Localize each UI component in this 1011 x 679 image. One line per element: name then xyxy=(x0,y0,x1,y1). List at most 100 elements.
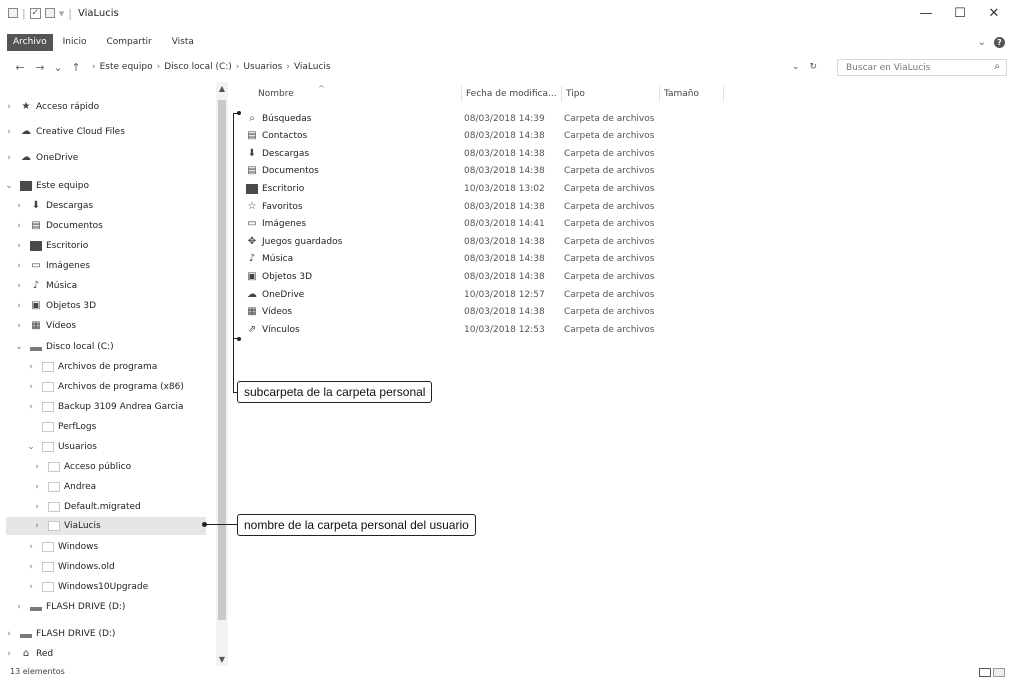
scroll-up-icon[interactable]: ▲ xyxy=(216,84,228,93)
nav-item-documentos[interactable]: › ▤ Documentos xyxy=(14,217,103,235)
table-row[interactable]: ☆ Favoritos 08/03/2018 14:38 Carpeta de arc… xyxy=(228,198,668,215)
breadcrumb-este-equipo[interactable]: Este equipo xyxy=(100,62,153,72)
nav-item-archivos-de-programa-x86[interactable]: › Archivos de programa (x86) xyxy=(26,378,184,396)
expand-chevron-icon[interactable]: › xyxy=(32,462,42,472)
customize-toolbar-icon[interactable]: ▾ xyxy=(59,7,65,20)
expand-chevron-icon[interactable]: › xyxy=(14,261,24,271)
expand-chevron-icon[interactable]: › xyxy=(4,629,14,639)
expand-chevron-icon[interactable]: › xyxy=(4,153,14,163)
column-header-size[interactable]: Tamaño xyxy=(660,86,724,102)
table-row[interactable]: ✥ Juegos guardados 08/03/2018 14:38 Carpeta… xyxy=(228,233,668,250)
nav-item-descargas[interactable]: › ⬇ Descargas xyxy=(14,197,93,215)
collapse-chevron-icon[interactable]: ⌄ xyxy=(26,442,36,452)
nav-item-objetos-3d[interactable]: › ▣ Objetos 3D xyxy=(14,297,96,315)
column-header-name[interactable]: Nombre xyxy=(254,86,462,102)
expand-chevron-icon[interactable]: › xyxy=(4,102,14,112)
tab-compartir[interactable]: Compartir xyxy=(96,34,161,51)
column-header-date[interactable]: Fecha de modifica... xyxy=(462,86,562,102)
nav-item-andrea[interactable]: › Andrea xyxy=(32,478,96,496)
expand-chevron-icon[interactable]: › xyxy=(26,562,36,572)
back-icon[interactable]: ← xyxy=(12,61,28,74)
breadcrumb-chevron-icon[interactable]: › xyxy=(157,62,161,72)
nav-item-acceso-rapido[interactable]: › ★ Acceso rápido xyxy=(4,98,99,116)
expand-chevron-icon[interactable]: › xyxy=(14,201,24,211)
up-icon[interactable]: ↑ xyxy=(68,61,84,74)
nav-item-windows10upgrade[interactable]: › Windows10Upgrade xyxy=(26,578,148,596)
nav-item-windows-old[interactable]: › Windows.old xyxy=(26,558,115,576)
nav-item-flash-drive[interactable]: › FLASH DRIVE (D:) xyxy=(4,625,115,643)
nav-scrollbar[interactable]: ▲ ▼ xyxy=(216,82,228,666)
nav-item-acceso-publico[interactable]: › Acceso público xyxy=(32,458,131,476)
expand-chevron-icon[interactable]: › xyxy=(32,521,42,531)
table-row[interactable]: Escritorio 10/03/2018 13:02 Carpeta de arc… xyxy=(228,180,668,197)
large-icons-view-icon[interactable] xyxy=(993,668,1005,677)
expand-chevron-icon[interactable]: › xyxy=(32,482,42,492)
scroll-down-icon[interactable]: ▼ xyxy=(216,655,228,664)
recent-locations-icon[interactable]: ⌄ xyxy=(50,61,66,74)
table-row[interactable]: ⇗ Vínculos 10/03/2018 12:53 Carpeta de arch… xyxy=(228,321,668,338)
breadcrumb-root-chevron-icon[interactable]: › xyxy=(92,62,96,72)
table-row[interactable]: ⌕ Búsquedas 08/03/2018 14:39 Carpeta de arc… xyxy=(228,110,668,127)
breadcrumb-chevron-icon[interactable]: › xyxy=(236,62,240,72)
nav-item-creative-cloud[interactable]: › ☁ Creative Cloud Files xyxy=(4,123,125,141)
nav-item-musica[interactable]: › ♪ Música xyxy=(14,277,77,295)
nav-item-flash-drive-inner[interactable]: › FLASH DRIVE (D:) xyxy=(14,598,125,616)
search-input[interactable]: Buscar en ViaLucis ⌕ xyxy=(837,59,1007,76)
new-folder-icon[interactable] xyxy=(44,8,55,18)
expand-chevron-icon[interactable]: › xyxy=(26,402,36,412)
maximize-button[interactable]: ☐ xyxy=(943,0,977,26)
expand-ribbon-icon[interactable]: ⌄ xyxy=(978,37,986,48)
expand-chevron-icon[interactable]: › xyxy=(26,382,36,392)
table-row[interactable]: ▦ Vídeos 08/03/2018 14:38 Carpeta de archiv… xyxy=(228,304,668,321)
expand-chevron-icon[interactable]: › xyxy=(14,301,24,311)
search-icon[interactable]: ⌕ xyxy=(994,61,1000,72)
nav-item-windows[interactable]: › Windows xyxy=(26,538,98,556)
expand-chevron-icon[interactable]: › xyxy=(14,241,24,251)
nav-item-backup[interactable]: › Backup 3109 Andrea Garcia xyxy=(26,398,184,416)
expand-chevron-icon[interactable]: › xyxy=(4,127,14,137)
nav-item-disco-local[interactable]: ⌄ Disco local (C:) xyxy=(14,338,113,356)
collapse-chevron-icon[interactable]: ⌄ xyxy=(4,181,14,191)
nav-item-perflogs[interactable]: PerfLogs xyxy=(42,418,96,436)
expand-chevron-icon[interactable]: › xyxy=(26,362,36,372)
table-row[interactable]: ▤ Contactos 08/03/2018 14:38 Carpeta de arc… xyxy=(228,128,668,145)
nav-item-archivos-de-programa[interactable]: › Archivos de programa xyxy=(26,358,157,376)
properties-icon[interactable]: ✓ xyxy=(29,7,41,19)
details-view-icon[interactable] xyxy=(979,668,991,677)
minimize-button[interactable]: — xyxy=(909,0,943,26)
help-icon[interactable]: ? xyxy=(994,37,1005,48)
tab-inicio[interactable]: Inicio xyxy=(53,34,97,51)
breadcrumb-chevron-icon[interactable]: › xyxy=(286,62,290,72)
nav-item-escritorio[interactable]: › Escritorio xyxy=(14,237,88,255)
tab-archivo[interactable]: Archivo xyxy=(7,34,53,51)
nav-item-default-migrated[interactable]: › Default.migrated xyxy=(32,498,141,516)
expand-chevron-icon[interactable]: › xyxy=(26,542,36,552)
nav-item-vialucis[interactable]: › ViaLucis xyxy=(6,517,206,535)
address-bar[interactable]: › Este equipo › Disco local (C:) › Usuar… xyxy=(92,58,825,76)
table-row[interactable]: ▣ Objetos 3D 08/03/2018 14:38 Carpeta de ar… xyxy=(228,268,668,285)
table-row[interactable]: ▭ Imágenes 08/03/2018 14:41 Carpeta de arch… xyxy=(228,216,668,233)
table-row[interactable]: ⬇ Descargas 08/03/2018 14:38 Carpeta de arc… xyxy=(228,145,668,162)
nav-item-este-equipo[interactable]: ⌄ Este equipo xyxy=(4,177,89,195)
table-row[interactable]: ☁ OneDrive 10/03/2018 12:57 Carpeta de arch… xyxy=(228,286,668,303)
table-row[interactable]: ♪ Música 08/03/2018 14:38 Carpeta de archiv… xyxy=(228,251,668,268)
expand-chevron-icon[interactable]: › xyxy=(32,502,42,512)
address-dropdown-icon[interactable]: ⌄ xyxy=(792,62,800,72)
close-button[interactable]: ✕ xyxy=(977,0,1011,26)
collapse-chevron-icon[interactable]: ⌄ xyxy=(14,342,24,352)
breadcrumb-usuarios[interactable]: Usuarios xyxy=(243,62,282,72)
expand-chevron-icon[interactable]: › xyxy=(26,582,36,592)
forward-icon[interactable]: → xyxy=(32,61,48,74)
refresh-icon[interactable]: ↻ xyxy=(810,62,818,72)
nav-item-onedrive[interactable]: › ☁ OneDrive xyxy=(4,149,78,167)
nav-item-imagenes[interactable]: › ▭ Imágenes xyxy=(14,257,90,275)
nav-item-usuarios[interactable]: ⌄ Usuarios xyxy=(26,438,97,456)
expand-chevron-icon[interactable]: › xyxy=(14,602,24,612)
scroll-thumb[interactable] xyxy=(218,100,226,620)
breadcrumb-disco-local[interactable]: Disco local (C:) xyxy=(164,62,232,72)
nav-item-videos[interactable]: › ▦ Vídeos xyxy=(14,317,76,335)
breadcrumb-vialucis[interactable]: ViaLucis xyxy=(294,62,331,72)
column-header-type[interactable]: Tipo xyxy=(562,86,660,102)
expand-chevron-icon[interactable]: › xyxy=(14,221,24,231)
nav-item-red[interactable]: › ⌂ Red xyxy=(4,648,53,660)
